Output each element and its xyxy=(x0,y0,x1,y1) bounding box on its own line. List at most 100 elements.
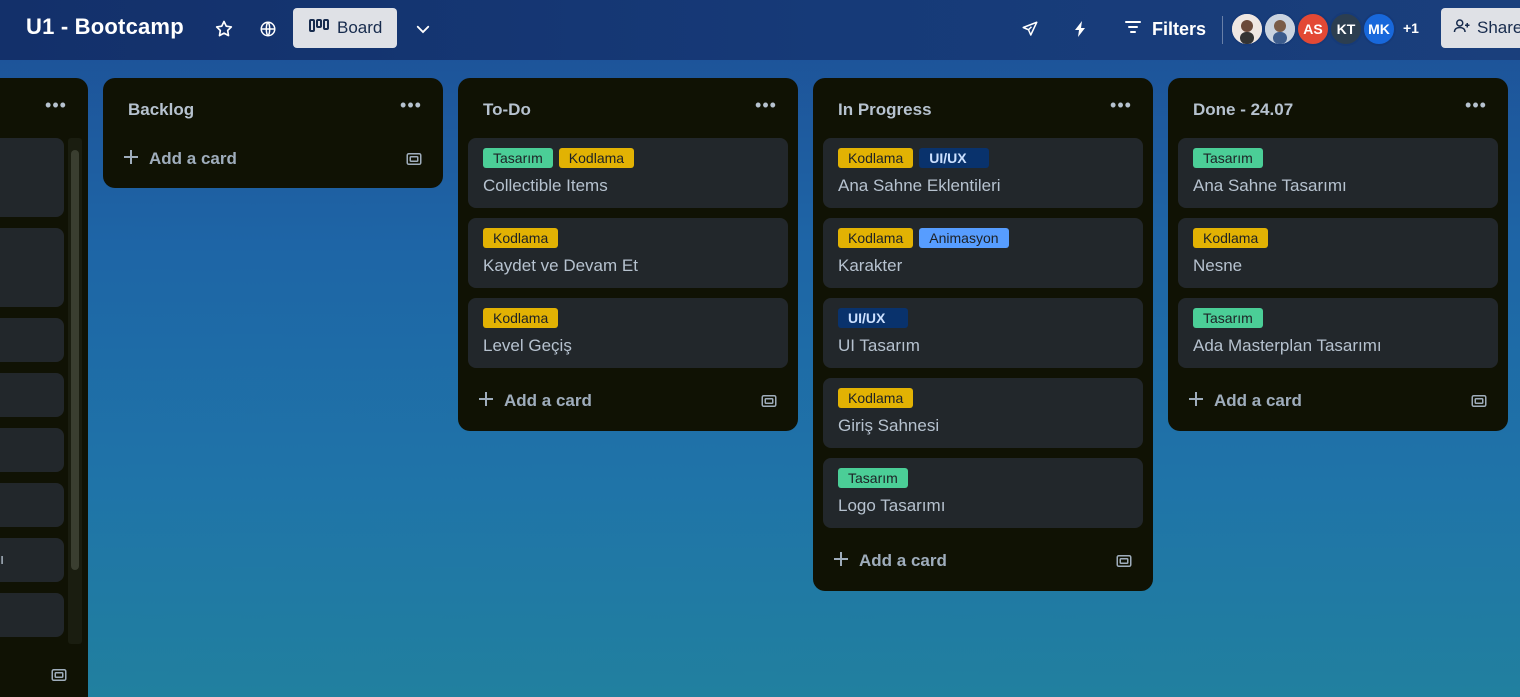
list-title[interactable]: In Progress xyxy=(838,100,932,120)
member-avatar[interactable]: MK xyxy=(1362,12,1396,46)
template-icon[interactable] xyxy=(405,150,423,168)
label-tasarim[interactable]: Tasarım xyxy=(1193,148,1263,168)
share-label: Share xyxy=(1477,18,1520,37)
lightning-icon xyxy=(1073,20,1087,38)
label-uiux[interactable]: UI/UX xyxy=(919,148,990,168)
card-title: Nesne xyxy=(1193,256,1243,275)
add-card-label: Add a card xyxy=(859,551,947,570)
ellipsis-icon[interactable]: ••• xyxy=(754,96,778,120)
label-kodlama[interactable]: Kodlama xyxy=(483,308,559,328)
visibility-button[interactable] xyxy=(256,12,280,46)
label-kodlama[interactable]: Kodlama xyxy=(483,228,559,248)
list-todo: To-Do ••• Tasarım Kodlama Collectible It… xyxy=(458,78,798,431)
card-title: Ana Sahne Eklentileri xyxy=(838,176,1001,195)
partial-card[interactable] xyxy=(0,318,64,362)
view-switcher-button[interactable] xyxy=(410,12,436,46)
ellipsis-icon[interactable]: ••• xyxy=(1464,96,1488,120)
template-icon[interactable] xyxy=(50,666,68,684)
label-tasarim[interactable]: Tasarım xyxy=(483,148,553,168)
label-kodlama[interactable]: Kodlama xyxy=(838,388,914,408)
card-title: Kaydet ve Devam Et xyxy=(483,256,638,275)
board-icon xyxy=(309,18,329,38)
label-kodlama[interactable]: Kodlama xyxy=(558,148,635,168)
label-kodlama[interactable]: Kodlama xyxy=(838,228,914,248)
card[interactable]: Kodlama Giriş Sahnesi xyxy=(823,378,1143,448)
star-icon xyxy=(214,19,234,39)
globe-icon xyxy=(259,20,277,38)
label-uiux[interactable]: UI/UX xyxy=(838,308,908,328)
plus-icon xyxy=(123,149,139,170)
member-avatar[interactable] xyxy=(1263,12,1297,46)
card[interactable]: Kodlama UI/UX Ana Sahne Eklentileri xyxy=(823,138,1143,208)
list-scrollbar-thumb[interactable] xyxy=(71,150,79,570)
card[interactable]: Tasarım Logo Tasarımı xyxy=(823,458,1143,528)
list-title[interactable]: Done - 24.07 xyxy=(1193,100,1293,120)
partial-card[interactable] xyxy=(0,428,64,472)
partial-card[interactable]: ı xyxy=(0,538,64,582)
member-avatar[interactable]: AS xyxy=(1296,12,1330,46)
add-card-label: Add a card xyxy=(1214,391,1302,410)
card[interactable]: Kodlama Level Geçiş xyxy=(468,298,788,368)
add-card-button[interactable]: Add a card xyxy=(478,386,592,416)
share-button[interactable]: Share xyxy=(1441,8,1520,48)
card-title: Level Geçiş xyxy=(483,336,572,355)
card[interactable]: Kodlama Kaydet ve Devam Et xyxy=(468,218,788,288)
rocket-icon xyxy=(1021,20,1039,38)
partial-card[interactable] xyxy=(0,483,64,527)
board-header: U1 - Bootcamp Board Filters AS KT MK +1 … xyxy=(0,0,1520,60)
card-title: Karakter xyxy=(838,256,903,275)
filters-button[interactable]: Filters xyxy=(1124,12,1206,46)
add-person-icon xyxy=(1453,17,1471,40)
card-title: Logo Tasarımı xyxy=(838,496,946,515)
board-view-label: Board xyxy=(337,18,383,37)
label-kodlama[interactable]: Kodlama xyxy=(1193,228,1269,248)
add-card-button[interactable]: Add a card xyxy=(123,144,237,174)
card[interactable]: Kodlama Animasyon Karakter xyxy=(823,218,1143,288)
partial-card[interactable] xyxy=(0,373,64,417)
card[interactable]: Tasarım Kodlama Collectible Items xyxy=(468,138,788,208)
add-card-label: Add a card xyxy=(149,149,237,168)
card-title: Ada Masterplan Tasarımı xyxy=(1193,336,1382,355)
power-ups-button[interactable] xyxy=(1018,12,1042,46)
list-title[interactable]: To-Do xyxy=(483,100,531,120)
list-in-progress: In Progress ••• Kodlama UI/UX Ana Sahne … xyxy=(813,78,1153,591)
label-tasarim[interactable]: Tasarım xyxy=(1193,308,1263,328)
plus-icon xyxy=(1188,391,1204,412)
template-icon[interactable] xyxy=(1470,392,1488,410)
plus-icon xyxy=(833,551,849,572)
add-card-button[interactable]: Add a card xyxy=(1188,386,1302,416)
card[interactable]: Tasarım Ana Sahne Tasarımı xyxy=(1178,138,1498,208)
card[interactable]: Tasarım Ada Masterplan Tasarımı xyxy=(1178,298,1498,368)
add-card-button[interactable]: Add a card xyxy=(833,546,947,576)
label-kodlama[interactable]: Kodlama xyxy=(838,148,914,168)
member-avatar[interactable]: KT xyxy=(1329,12,1363,46)
star-button[interactable] xyxy=(211,12,237,46)
partial-card[interactable] xyxy=(0,138,64,217)
label-tasarim[interactable]: Tasarım xyxy=(838,468,908,488)
card-title: Ana Sahne Tasarımı xyxy=(1193,176,1347,195)
template-icon[interactable] xyxy=(1115,552,1133,570)
add-card-label: Add a card xyxy=(504,391,592,410)
card[interactable]: UI/UX UI Tasarım xyxy=(823,298,1143,368)
card-title: UI Tasarım xyxy=(838,336,920,355)
ellipsis-icon[interactable]: ••• xyxy=(399,96,423,120)
ellipsis-icon[interactable]: ••• xyxy=(1109,96,1133,120)
card-title: Collectible Items xyxy=(483,176,608,195)
label-animasyon[interactable]: Animasyon xyxy=(919,228,1009,248)
ellipsis-icon[interactable]: ••• xyxy=(44,96,68,120)
list-backlog: Backlog ••• Add a card xyxy=(103,78,443,188)
board-title[interactable]: U1 - Bootcamp xyxy=(26,14,184,40)
partial-card[interactable] xyxy=(0,593,64,637)
list-done: Done - 24.07 ••• Tasarım Ana Sahne Tasar… xyxy=(1168,78,1508,431)
filter-icon xyxy=(1124,19,1142,40)
template-icon[interactable] xyxy=(760,392,778,410)
partial-card[interactable] xyxy=(0,228,64,307)
more-members-count[interactable]: +1 xyxy=(1403,20,1419,36)
filters-label: Filters xyxy=(1152,18,1207,39)
member-avatar[interactable] xyxy=(1230,12,1264,46)
automation-button[interactable] xyxy=(1068,12,1092,46)
card[interactable]: Kodlama Nesne xyxy=(1178,218,1498,288)
board-view-button[interactable]: Board xyxy=(293,8,397,48)
list-title[interactable]: Backlog xyxy=(128,100,194,120)
partial-card-text: ı xyxy=(0,551,5,568)
